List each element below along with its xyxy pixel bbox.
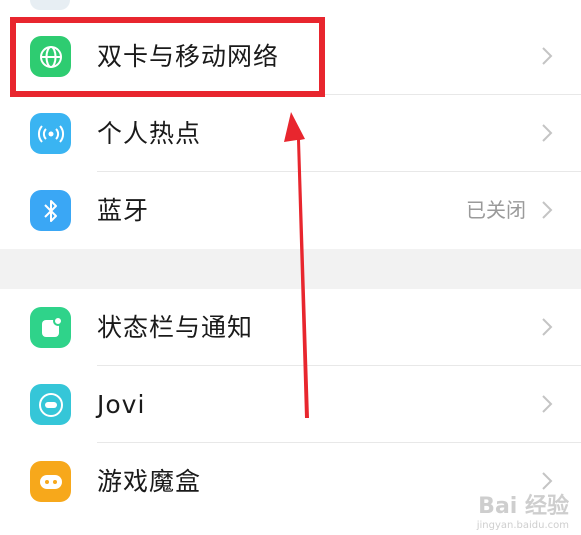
chevron-right-icon bbox=[542, 47, 553, 65]
settings-item-status-bar-notifications[interactable]: 状态栏与通知 bbox=[0, 289, 581, 366]
previous-row-partial bbox=[0, 0, 581, 18]
bluetooth-status: 已关闭 bbox=[466, 198, 526, 222]
settings-item-label: 个人热点 bbox=[97, 119, 202, 148]
settings-item-label: 游戏魔盒 bbox=[97, 467, 202, 496]
chevron-right-icon bbox=[542, 395, 553, 413]
previous-row-icon bbox=[30, 0, 70, 10]
settings-item-label: 蓝牙 bbox=[97, 196, 150, 225]
chevron-right-icon bbox=[542, 124, 553, 142]
settings-item-personal-hotspot[interactable]: 个人热点 bbox=[0, 95, 581, 172]
settings-item-jovi[interactable]: Jovi bbox=[0, 366, 581, 443]
settings-item-label: 状态栏与通知 bbox=[97, 313, 254, 342]
chevron-right-icon bbox=[542, 318, 553, 336]
notification-icon bbox=[30, 307, 71, 348]
watermark-url: jingyan.baidu.com bbox=[476, 520, 569, 531]
chevron-right-icon bbox=[542, 201, 553, 219]
highlight-box bbox=[10, 17, 325, 97]
settings-item-label: Jovi bbox=[97, 390, 146, 419]
game-controller-icon bbox=[30, 461, 71, 502]
watermark: Bai 经验 jingyan.baidu.com bbox=[477, 488, 569, 531]
settings-item-bluetooth[interactable]: 蓝牙 已关闭 bbox=[0, 172, 581, 249]
hotspot-icon bbox=[30, 113, 71, 154]
bluetooth-icon bbox=[30, 190, 71, 231]
jovi-icon bbox=[30, 384, 71, 425]
watermark-text: Bai 经验 bbox=[478, 494, 569, 519]
